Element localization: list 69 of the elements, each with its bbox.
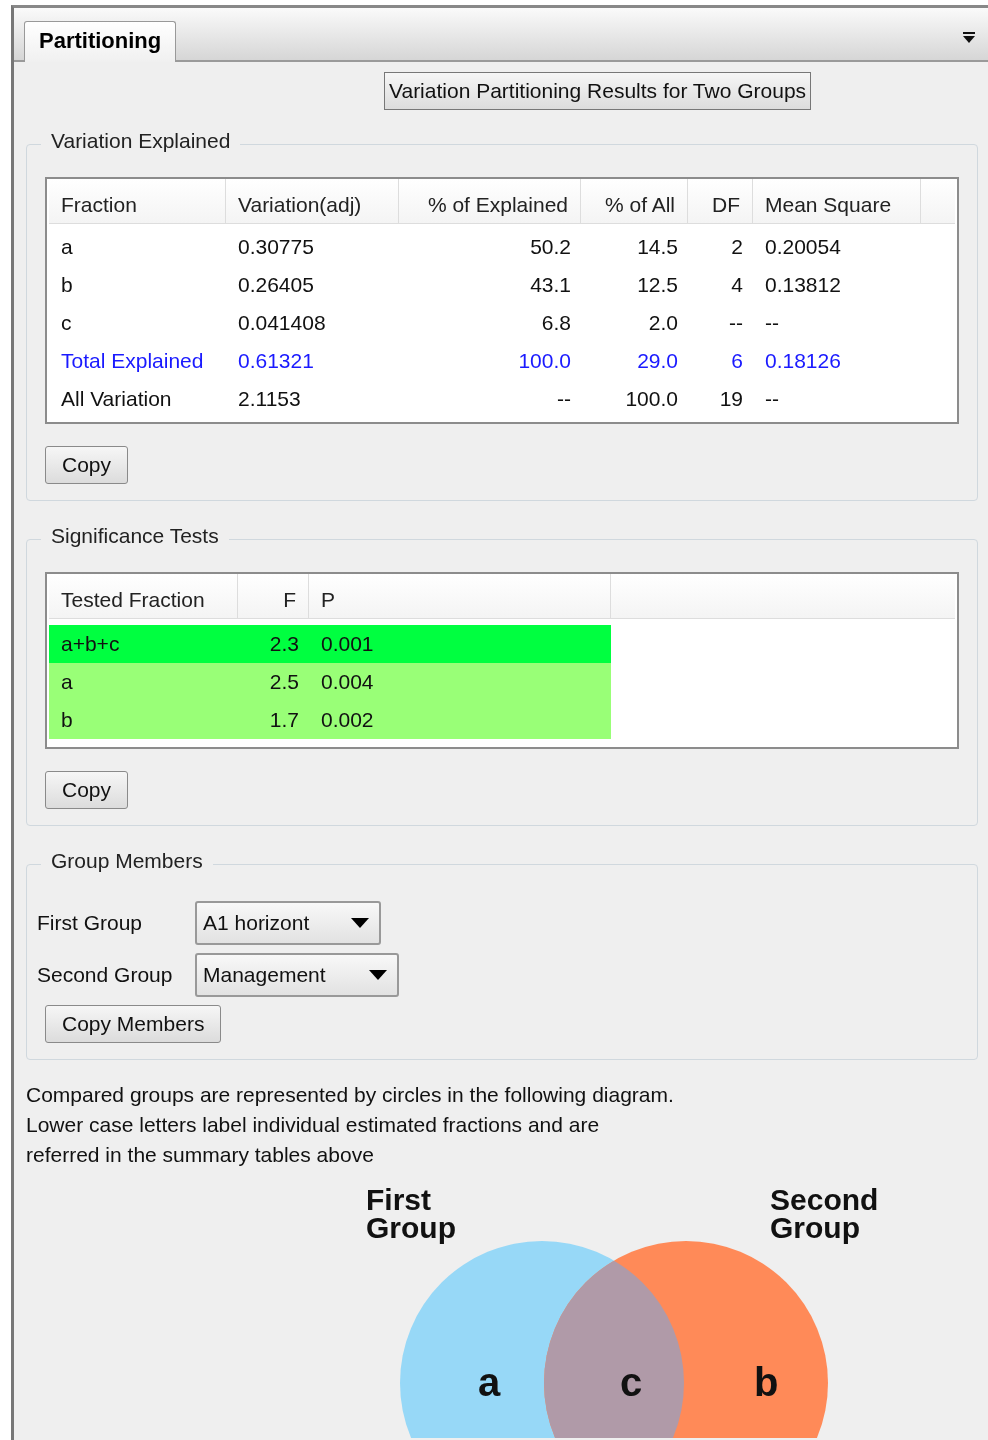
table-cell-text: c: [60, 311, 73, 335]
table-cell-text: 0.004: [320, 670, 375, 694]
table-cell-text: 0.041408: [237, 311, 327, 335]
table-cell-text: 0.26405: [237, 273, 315, 297]
table-cell-text: 0.61321: [237, 349, 315, 373]
table-cell-text: 29.0: [636, 349, 679, 373]
tab[interactable]: Partitioning: [24, 21, 177, 62]
table-cell-text: 43.1: [529, 273, 572, 297]
dropdown-arrow-icon[interactable]: [962, 32, 976, 44]
field-label: Second Group: [37, 963, 174, 987]
group-label: Second Group: [770, 1183, 879, 1244]
table-row[interactable]: a 2.5 0.004: [49, 663, 611, 701]
table-cell-text: --: [556, 387, 572, 411]
fraction-label: c: [620, 1360, 643, 1404]
table-cell-text: 2.3: [268, 632, 300, 656]
table-cell-text: 1.7: [268, 708, 300, 732]
table-cell-text: 50.2: [529, 235, 572, 259]
fraction-label: a: [478, 1360, 501, 1404]
table-cell-text: 2.1153: [237, 387, 302, 411]
fraction-label: b: [754, 1360, 779, 1404]
copy-button[interactable]: Copy Members: [45, 1005, 222, 1043]
table-cell-text: 6.8: [540, 311, 572, 335]
table-cell-text: b: [60, 273, 74, 297]
table-cell-text: 6: [730, 349, 744, 373]
column-header[interactable]: Variation(adj): [226, 179, 399, 223]
table-row[interactable]: a+b+c 2.3 0.001: [49, 625, 611, 663]
column-header[interactable]: % of All: [581, 179, 688, 223]
copy-button[interactable]: Copy: [45, 446, 129, 484]
table-cell-text: a+b+c: [60, 632, 121, 656]
table-cell-text: 0.001: [320, 632, 375, 656]
results-title-button[interactable]: Variation Partitioning Results for Two Groups: [384, 72, 812, 110]
table-cell-text: 14.5: [636, 235, 679, 259]
table-cell-text: 2.5: [268, 670, 300, 694]
table-cell-text: 0.30775: [237, 235, 315, 259]
table-cell-text: --: [728, 311, 744, 335]
dropdown-field[interactable]: Management: [195, 953, 399, 997]
dropdown-arrow-icon: [351, 918, 369, 928]
table-cell-text: 19: [718, 387, 744, 411]
table-cell-text: 0.13812: [764, 273, 842, 297]
column-header[interactable]: P: [309, 574, 611, 618]
table-cell-text: 100.0: [624, 387, 679, 411]
field-label: First Group: [37, 911, 144, 935]
description-text: Compared groups are represented by circles in the following diagram. Lower case letters label individual estimated fractions and are referred in the summary tables above: [26, 1082, 675, 1168]
table-cell-text: 2.0: [647, 311, 679, 335]
table-cell-text: a: [60, 670, 74, 694]
table-cell-text: 100.0: [517, 349, 572, 373]
table-cell-text: All Variation: [60, 387, 173, 411]
group-label: First Group: [366, 1183, 456, 1244]
table-cell-text: b: [60, 708, 74, 732]
dropdown-field[interactable]: A1 horizont: [195, 901, 381, 945]
copy-button[interactable]: Copy: [45, 771, 129, 809]
column-header[interactable]: DF: [688, 179, 753, 223]
table-cell-text: 2: [730, 235, 744, 259]
table-cell-text: 12.5: [636, 273, 679, 297]
table-cell-text: --: [764, 387, 780, 411]
column-header[interactable]: % of Explained: [399, 179, 581, 223]
column-header[interactable]: Tested Fraction: [49, 574, 238, 618]
column-header[interactable]: Fraction: [49, 179, 226, 223]
table-cell-text: 0.18126: [764, 349, 842, 373]
table-cell-text: 0.20054: [764, 235, 842, 259]
table-cell-text: 0.002: [320, 708, 375, 732]
table-cell-text: --: [764, 311, 780, 335]
dropdown-arrow-icon: [369, 970, 387, 980]
table-cell-text: 4: [730, 273, 744, 297]
column-header[interactable]: F: [238, 574, 309, 618]
table-cell-text: a: [60, 235, 74, 259]
table-row[interactable]: b 1.7 0.002: [49, 701, 611, 739]
column-header[interactable]: Mean Square: [753, 179, 921, 223]
table-cell-text: Total Explained: [60, 349, 205, 373]
